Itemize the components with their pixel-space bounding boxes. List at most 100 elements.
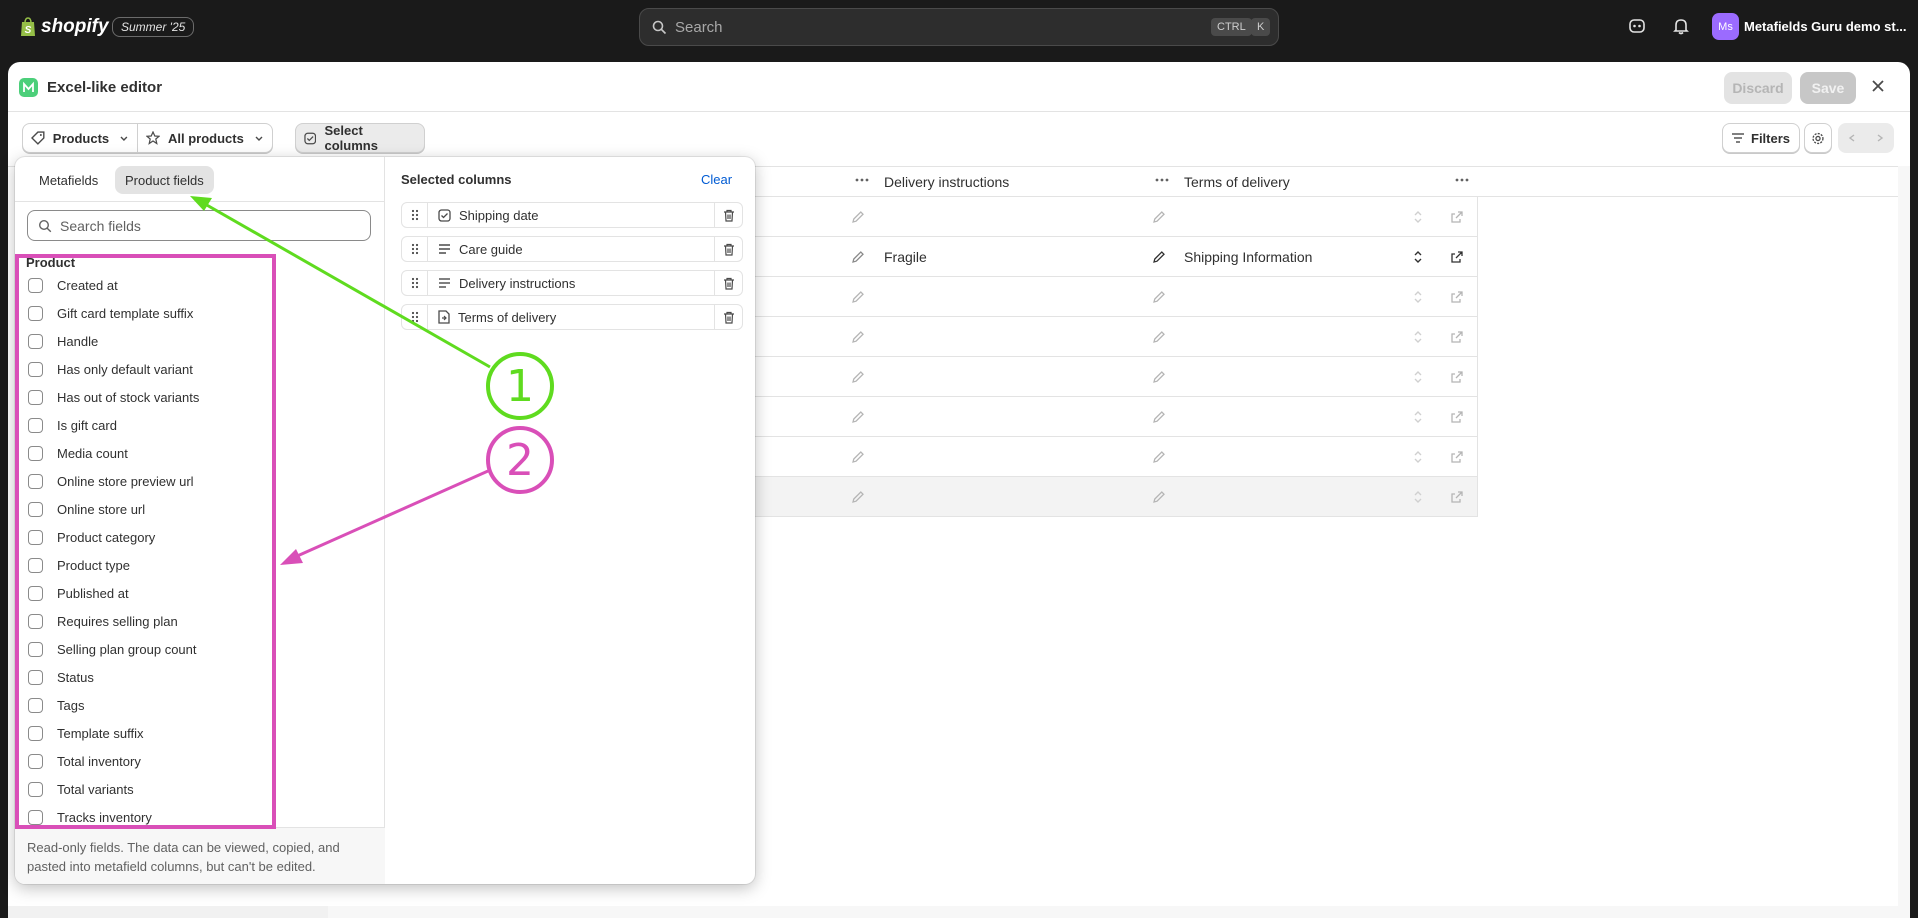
field-option[interactable]: Created at [28,271,118,299]
cell-open-reference[interactable] [1438,357,1478,397]
save-button[interactable]: Save [1800,72,1856,104]
select-updown-icon[interactable] [1413,290,1423,304]
edit-pencil-icon[interactable] [851,370,865,384]
cell-delivery-instructions[interactable] [877,477,1178,517]
clear-button[interactable]: Clear [701,172,732,187]
cell-delivery-instructions[interactable] [877,357,1178,397]
cell-terms-of-delivery[interactable]: Shipping Information [1177,237,1439,277]
cell-terms-of-delivery[interactable] [1177,317,1439,357]
column-menu-icon[interactable] [1455,178,1469,182]
delete-trash-icon[interactable] [714,203,742,227]
external-link-icon[interactable] [1450,250,1464,264]
field-checkbox[interactable] [28,585,43,601]
field-checkbox[interactable] [28,501,43,517]
field-option[interactable]: Tracks inventory [28,803,152,825]
notifications-bell-icon[interactable] [1672,17,1690,35]
select-columns-button[interactable]: Select columns [295,123,425,153]
select-updown-icon[interactable] [1413,450,1423,464]
drag-handle-icon[interactable] [402,237,428,261]
field-option[interactable]: Is gift card [28,411,117,439]
edit-pencil-icon[interactable] [851,410,865,424]
field-checkbox[interactable] [28,305,43,321]
edit-pencil-icon[interactable] [1152,490,1166,504]
edit-pencil-icon[interactable] [851,210,865,224]
cell-open-reference[interactable] [1438,397,1478,437]
field-checkbox[interactable] [28,613,43,629]
field-option[interactable]: Media count [28,439,128,467]
external-link-icon[interactable] [1450,330,1464,344]
field-checkbox[interactable] [28,725,43,741]
field-option[interactable]: Tags [28,691,84,719]
field-checkbox[interactable] [28,641,43,657]
field-option[interactable]: Total inventory [28,747,141,775]
field-checkbox[interactable] [28,809,43,825]
resource-type-select[interactable]: Products [22,123,138,153]
cell-delivery-instructions[interactable]: Fragile [877,237,1178,277]
store-name[interactable]: Metafields Guru demo st... [1744,19,1907,34]
close-icon[interactable] [1870,78,1886,94]
delete-trash-icon[interactable] [714,305,742,329]
selected-column-item[interactable]: Care guide [401,236,743,262]
global-search-input[interactable]: Search CTRL K [639,8,1279,46]
external-link-icon[interactable] [1450,370,1464,384]
edit-pencil-icon[interactable] [851,290,865,304]
edit-pencil-icon[interactable] [1152,250,1166,264]
edit-pencil-icon[interactable] [1152,450,1166,464]
field-option[interactable]: Selling plan group count [28,635,197,663]
field-option[interactable]: Has only default variant [28,355,193,383]
field-checkbox[interactable] [28,417,43,433]
select-updown-icon[interactable] [1413,370,1423,384]
chevron-right-icon[interactable] [1875,133,1885,143]
field-option[interactable]: Online store url [28,495,145,523]
tab-metafields[interactable]: Metafields [29,166,108,194]
sidekick-icon[interactable] [1628,17,1646,35]
edit-pencil-icon[interactable] [851,330,865,344]
cell-open-reference[interactable] [1438,197,1478,237]
cell-terms-of-delivery[interactable] [1177,477,1439,517]
cell-delivery-instructions[interactable] [877,197,1178,237]
store-avatar[interactable]: Ms [1712,13,1739,40]
discard-button[interactable]: Discard [1724,72,1792,104]
field-option[interactable]: Product category [28,523,155,551]
field-checkbox[interactable] [28,361,43,377]
cell-open-reference[interactable] [1438,277,1478,317]
settings-button[interactable] [1804,123,1832,153]
field-checkbox[interactable] [28,669,43,685]
cell-open-reference[interactable] [1438,317,1478,357]
field-option[interactable]: Published at [28,579,129,607]
search-fields-input[interactable]: Search fields [27,210,371,241]
field-option[interactable]: Handle [28,327,98,355]
field-checkbox[interactable] [28,781,43,797]
external-link-icon[interactable] [1450,490,1464,504]
field-option[interactable]: Template suffix [28,719,143,747]
select-updown-icon[interactable] [1413,410,1423,424]
cell-delivery-instructions[interactable] [877,437,1178,477]
edition-badge[interactable]: Summer '25 [112,17,195,37]
cell-delivery-instructions[interactable] [877,317,1178,357]
external-link-icon[interactable] [1450,410,1464,424]
filters-button[interactable]: Filters [1722,123,1800,153]
delete-trash-icon[interactable] [714,271,742,295]
field-option[interactable]: Online store preview url [28,467,194,495]
edit-pencil-icon[interactable] [1152,410,1166,424]
edit-pencil-icon[interactable] [851,490,865,504]
selected-column-item[interactable]: Delivery instructions [401,270,743,296]
cell-terms-of-delivery[interactable] [1177,437,1439,477]
field-checkbox[interactable] [28,529,43,545]
edit-pencil-icon[interactable] [1152,370,1166,384]
cell-terms-of-delivery[interactable] [1177,197,1439,237]
external-link-icon[interactable] [1450,290,1464,304]
edit-pencil-icon[interactable] [1152,330,1166,344]
select-updown-icon[interactable] [1413,210,1423,224]
drag-handle-icon[interactable] [402,271,428,295]
selected-column-item[interactable]: Terms of delivery [401,304,743,330]
cell-open-reference[interactable] [1438,237,1478,277]
selected-column-item[interactable]: Shipping date [401,202,743,228]
field-checkbox[interactable] [28,333,43,349]
field-option[interactable]: Product type [28,551,130,579]
field-option[interactable]: Total variants [28,775,134,803]
field-checkbox[interactable] [28,697,43,713]
delete-trash-icon[interactable] [714,237,742,261]
field-checkbox[interactable] [28,445,43,461]
edit-pencil-icon[interactable] [851,450,865,464]
